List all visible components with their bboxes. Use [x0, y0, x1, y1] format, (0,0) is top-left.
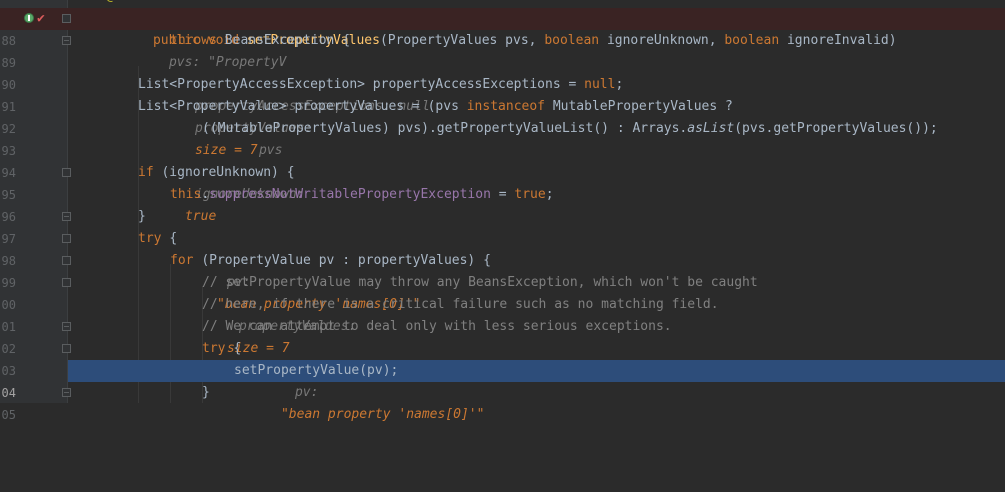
code-text: (pvs.getPropertyValues()); — [734, 121, 938, 136]
code-line-05[interactable]: 05 } — [0, 382, 1005, 422]
code-text: (PropertyValue pv : propertyValues) { — [201, 253, 491, 268]
code-line-96[interactable]: 96 this.suppressNotWritablePropertyExcep… — [0, 184, 1005, 224]
keyword: throws — [170, 33, 225, 48]
code-text: (ignoreUnknown) { — [161, 165, 295, 180]
code-line-00[interactable]: 00 // setPropertyValue may throw any Bea… — [0, 272, 1005, 312]
code-text: = — [490, 187, 515, 202]
code-text: MutablePropertyValues ? — [552, 99, 733, 114]
breakpoint-check-icon[interactable]: ✔ — [37, 12, 51, 26]
code-line-89[interactable]: 89 throws BeansException { — [0, 30, 1005, 70]
code-line-91[interactable]: 91 List<PropertyAccessException> propert… — [0, 74, 1005, 114]
inline-debug-value: "bean property 'names[0]'" — [280, 407, 485, 422]
override-method-icon[interactable] — [24, 13, 34, 23]
code-editor[interactable]: @Override 88 ✔ public void setPropertyVa… — [0, 0, 1005, 422]
code-text: List<PropertyAccessException> propertyAc… — [138, 77, 585, 92]
code-text: List<PropertyValue> propertyValues = (pv… — [138, 99, 467, 114]
fold-toggle[interactable] — [62, 36, 71, 45]
fold-toggle[interactable] — [62, 256, 71, 265]
line-number-04-row: 04 — [0, 360, 68, 400]
code-line-02[interactable]: 02 // We can attempt to deal only with l… — [0, 316, 1005, 356]
fold-toggle[interactable] — [62, 168, 71, 177]
code-line-94[interactable]: 94 — [0, 140, 1005, 180]
code-text: { — [233, 341, 242, 356]
code-line-95[interactable]: 95 if (ignoreUnknown) { ignoreUnknown: t… — [0, 162, 1005, 224]
code-line-01[interactable]: 01 // here, if there is a critical failu… — [0, 294, 1005, 334]
keyword: try — [202, 341, 234, 356]
fold-toggle[interactable] — [62, 344, 71, 353]
code-line-92[interactable]: 92 List<PropertyValue> propertyValues = … — [0, 96, 1005, 158]
code-line-98[interactable]: 98 try { — [0, 228, 1005, 268]
code-line-03[interactable]: 03 try { — [0, 338, 1005, 378]
code-line-04-execution-point[interactable]: setPropertyValue(pv); pv: "bean property… — [68, 360, 1005, 422]
code-line-annotation: @Override — [0, 0, 1005, 8]
keyword: this — [170, 187, 202, 202]
code-text: ; — [545, 187, 554, 202]
code-line-88[interactable]: 88 ✔ public void setPropertyValues(Prope… — [0, 8, 1005, 70]
code-text: ; — [615, 77, 624, 92]
static-method: asList — [687, 121, 735, 136]
comment: // here, if there is a critical failure … — [202, 297, 719, 312]
code-text: } — [138, 209, 146, 224]
line-number: 05 — [1, 408, 16, 422]
code-text: { — [169, 231, 178, 246]
keyword: if — [138, 165, 162, 180]
code-text: BeansException { — [224, 33, 351, 48]
fold-toggle[interactable] — [62, 234, 71, 243]
code-line-93[interactable]: 93 ((MutablePropertyValues) pvs).getProp… — [0, 118, 1005, 158]
keyword: try — [138, 231, 170, 246]
fold-toggle[interactable] — [62, 322, 71, 331]
comment: // We can attempt to deal only with less… — [202, 319, 672, 334]
code-text: setPropertyValue(pv); — [234, 363, 399, 378]
comment: // setPropertyValue may throw any BeansE… — [202, 275, 758, 290]
fold-toggle[interactable] — [62, 212, 71, 221]
keyword: for — [170, 253, 202, 268]
code-line-90[interactable]: 90 — [0, 52, 1005, 92]
fold-toggle[interactable] — [62, 14, 71, 23]
keyword: true — [514, 187, 546, 202]
code-line-99[interactable]: 99 for (PropertyValue pv : propertyValue… — [0, 250, 1005, 356]
field-name: suppressNotWritablePropertyException — [209, 187, 491, 202]
code-text: } — [202, 385, 210, 400]
code-text: ((MutablePropertyValues) pvs).getPropert… — [202, 121, 688, 136]
fold-toggle[interactable] — [62, 278, 71, 287]
keyword: instanceof — [466, 99, 553, 114]
code-line-97[interactable]: 97 } — [0, 206, 1005, 246]
fold-toggle[interactable] — [62, 388, 71, 397]
annotation-text: @Override — [106, 0, 176, 8]
code-text: . — [201, 187, 210, 202]
keyword: null — [584, 77, 616, 92]
